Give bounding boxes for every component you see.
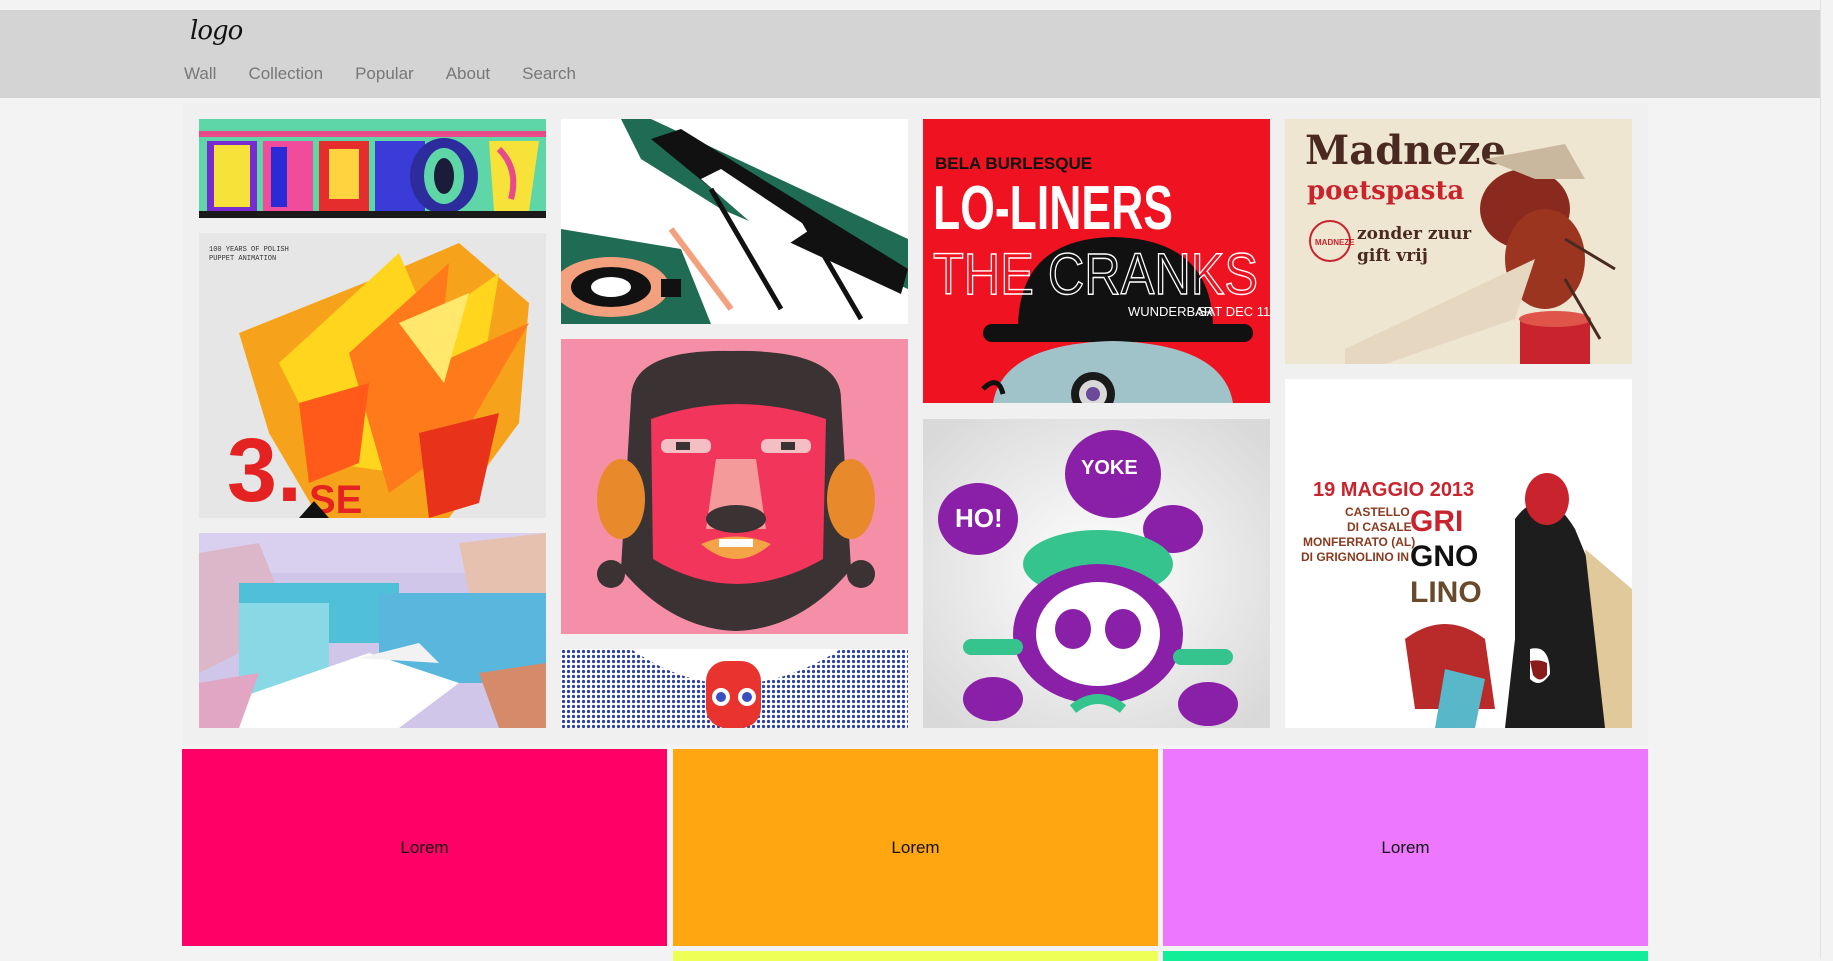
top-strip xyxy=(0,0,1833,10)
promo-banner-1-label: Lorem xyxy=(400,837,449,857)
poster-tile-halftone[interactable] xyxy=(561,649,908,728)
poster-tile-lo-liners[interactable]: BELA BURLESQUE LO-LINERS THE CRANKS WUND… xyxy=(923,119,1270,403)
promo-banner-2[interactable]: Lorem xyxy=(673,749,1158,946)
grignolino-place-1: CASTELLO xyxy=(1345,505,1410,519)
grignolino-place-4: DI GRIGNOLINO IN xyxy=(1301,550,1409,564)
promo-banner-2-label: Lorem xyxy=(891,837,940,857)
halftone-poster-art xyxy=(561,649,908,728)
typography-poster-art xyxy=(199,119,546,218)
nav-collection[interactable]: Collection xyxy=(248,64,323,84)
poster-tile-madneze[interactable]: Madneze poetspasta MADNEZE zonder zuur g… xyxy=(1285,119,1632,364)
page-scrollbar[interactable] xyxy=(1820,0,1833,959)
red-face-poster-art xyxy=(561,339,908,634)
madneze-tag-2: gift vrij xyxy=(1357,246,1428,266)
grignolino-date: 19 MAGGIO 2013 xyxy=(1313,479,1474,501)
madneze-poster-art: Madneze poetspasta MADNEZE zonder zuur g… xyxy=(1285,119,1632,364)
grignolino-place-2: DI CASALE xyxy=(1347,520,1412,534)
biplane-poster-art xyxy=(561,119,908,324)
grignolino-poster-art: 19 MAGGIO 2013 CASTELLO DI CASALE MONFER… xyxy=(1285,379,1632,728)
polish-caption-1: 100 YEARS OF POLISH xyxy=(209,246,289,254)
madneze-title: Madneze xyxy=(1305,127,1506,174)
hoi-bubble-1: HO! xyxy=(955,503,1003,533)
waterfall-poster-art xyxy=(199,533,546,728)
madneze-subtitle: poetspasta xyxy=(1307,176,1464,206)
grignolino-word-1: GRI xyxy=(1410,505,1463,538)
poster-tile-hoi-character[interactable]: HO! YOKE xyxy=(923,419,1270,728)
grignolino-place-3: MONFERRATO (AL) xyxy=(1303,535,1415,549)
site-header: logo Wall Collection Popular About Searc… xyxy=(0,10,1833,98)
promo-banner-3-label: Lorem xyxy=(1381,837,1430,857)
promo-banner-5-peek[interactable] xyxy=(1163,951,1648,961)
poster-gallery: 100 YEARS OF POLISH PUPPET ANIMATION 3. … xyxy=(183,104,1648,745)
poster-tile-polish-animation[interactable]: 100 YEARS OF POLISH PUPPET ANIMATION 3. … xyxy=(199,233,546,518)
promo-banner-3[interactable]: Lorem xyxy=(1163,749,1648,946)
nav-wall[interactable]: Wall xyxy=(184,64,216,84)
grignolino-word-3: LINO xyxy=(1410,576,1482,609)
lo-liners-kicker: BELA BURLESQUE xyxy=(935,154,1092,173)
site-logo[interactable]: logo xyxy=(190,16,243,46)
lo-liners-date: SAT DEC 11 xyxy=(1198,304,1270,319)
madneze-tag-1: zonder zuur xyxy=(1357,224,1472,244)
promo-banner-row: Lorem Lorem Lorem xyxy=(182,749,1650,961)
poster-tile-red-face[interactable] xyxy=(561,339,908,634)
lo-liners-title: LO-LINERS xyxy=(933,174,1173,243)
lo-liners-subtitle: THE CRANKS xyxy=(933,242,1258,307)
nav-search[interactable]: Search xyxy=(522,64,576,84)
hoi-character-poster-art: HO! YOKE xyxy=(923,419,1270,728)
polish-caption-2: PUPPET ANIMATION xyxy=(209,255,276,263)
madneze-seal: MADNEZE xyxy=(1315,238,1355,247)
main-nav: Wall Collection Popular About Search xyxy=(184,64,608,84)
poster-tile-grignolino[interactable]: 19 MAGGIO 2013 CASTELLO DI CASALE MONFER… xyxy=(1285,379,1632,728)
promo-banner-1[interactable]: Lorem xyxy=(182,749,667,946)
lo-liners-poster-art: BELA BURLESQUE LO-LINERS THE CRANKS WUND… xyxy=(923,119,1270,403)
nav-about[interactable]: About xyxy=(446,64,490,84)
hoi-bubble-2: YOKE xyxy=(1081,457,1138,479)
promo-banner-4-peek[interactable] xyxy=(673,951,1158,961)
polish-animation-poster-art: 100 YEARS OF POLISH PUPPET ANIMATION 3. … xyxy=(199,233,546,518)
poster-tile-biplane[interactable] xyxy=(561,119,908,324)
grignolino-word-2: GNO xyxy=(1410,540,1478,573)
poster-tile-waterfall[interactable] xyxy=(199,533,546,728)
polish-number: 3. xyxy=(227,421,302,518)
poster-tile-typography[interactable] xyxy=(199,119,546,218)
nav-popular[interactable]: Popular xyxy=(355,64,414,84)
